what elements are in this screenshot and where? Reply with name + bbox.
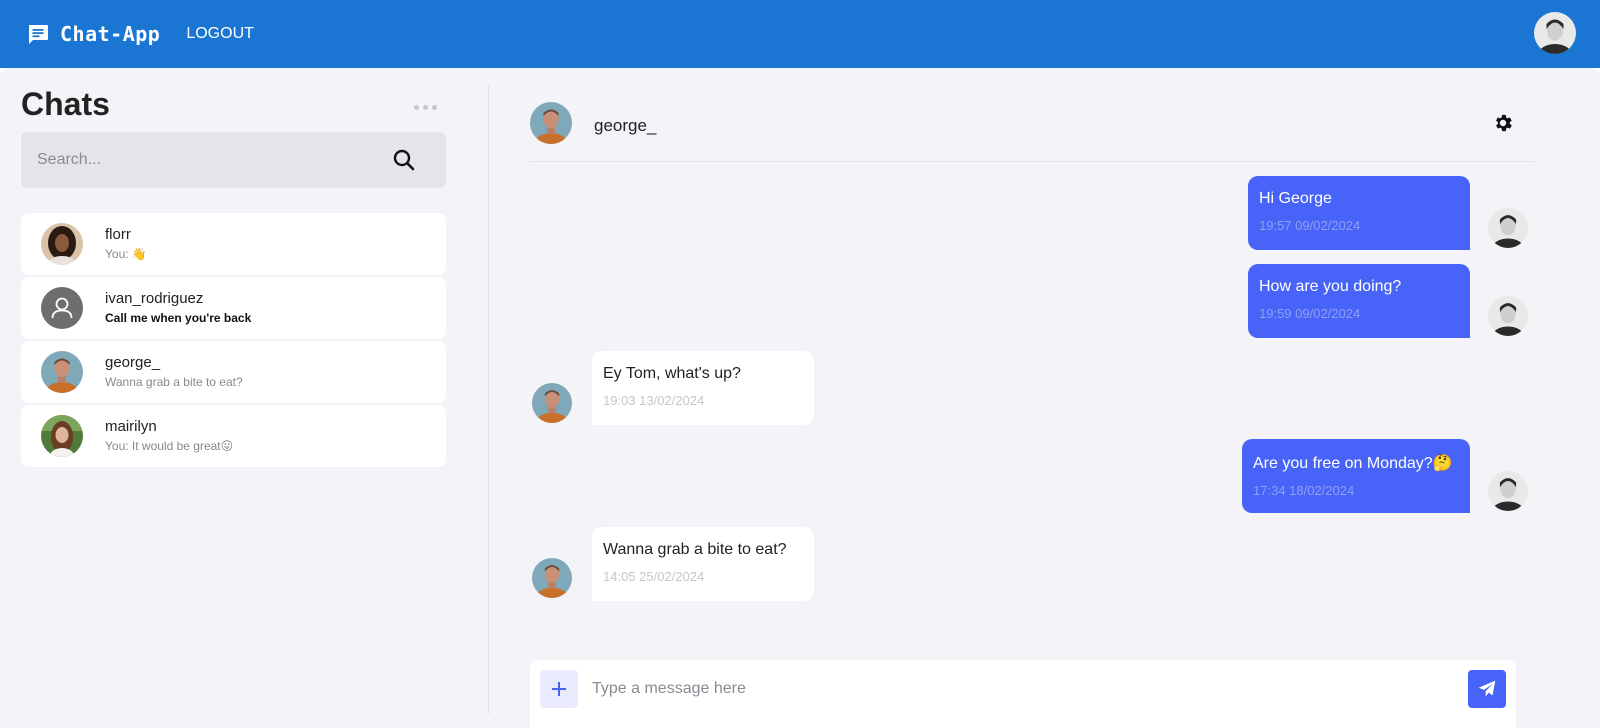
search-icon[interactable] — [392, 148, 416, 172]
search-bar — [21, 132, 446, 188]
sender-avatar — [1488, 208, 1528, 248]
sender-avatar — [1488, 471, 1528, 511]
message-time: 19:03 13/02/2024 — [603, 393, 705, 408]
message-text: Hi George — [1259, 190, 1332, 207]
conversation-header: george_ — [530, 88, 1534, 162]
top-navbar: Chat-App LOGOUT — [0, 0, 1600, 68]
brand[interactable]: Chat-App — [26, 22, 160, 46]
send-button[interactable] — [1468, 670, 1506, 708]
app-name: Chat-App — [60, 22, 161, 46]
chat-name: george_ — [105, 354, 161, 371]
avatar — [41, 223, 83, 265]
sender-avatar — [1488, 296, 1528, 336]
message-bubble-incoming: Wanna grab a bite to eat? 14:05 25/02/20… — [592, 527, 814, 601]
avatar — [41, 415, 83, 457]
message-composer — [530, 660, 1516, 728]
add-attachment-button[interactable] — [540, 670, 578, 708]
chat-item-ivan-rodriguez[interactable]: ivan_rodriguez Call me when you're back — [21, 277, 446, 339]
chat-list: florr You: 👋 ivan_rodriguez Call me when… — [21, 213, 446, 469]
contact-name: george_ — [594, 116, 657, 135]
conversation-panel: george_ Hi George 19:57 09/02/2024 How a… — [490, 68, 1600, 728]
chat-name: florr — [105, 226, 131, 243]
message-bubble-outgoing: Hi George 19:57 09/02/2024 — [1248, 176, 1470, 250]
message-bubble-outgoing: How are you doing? 19:59 09/02/2024 — [1248, 264, 1470, 338]
message-text: Wanna grab a bite to eat? — [603, 541, 787, 558]
message-text: Ey Tom, what's up? — [603, 365, 741, 382]
search-input[interactable] — [37, 151, 377, 169]
chat-item-george[interactable]: george_ Wanna grab a bite to eat? — [21, 341, 446, 403]
chat-preview: Wanna grab a bite to eat? — [105, 375, 243, 389]
sidebar-divider — [488, 84, 489, 714]
message-bubble-incoming: Ey Tom, what's up? 19:03 13/02/2024 — [592, 351, 814, 425]
contact-message-avatar — [532, 383, 572, 423]
chat-preview: Call me when you're back — [105, 311, 252, 325]
message-time: 19:57 09/02/2024 — [1259, 218, 1361, 233]
message-input[interactable] — [592, 676, 1452, 702]
plus-icon — [552, 682, 566, 696]
logout-button[interactable]: LOGOUT — [186, 25, 254, 43]
chat-item-mairilyn[interactable]: mairilyn You: It would be great😛 — [21, 405, 446, 467]
chat-preview: You: 👋 — [105, 247, 147, 261]
gear-icon[interactable] — [1492, 112, 1514, 134]
chat-name: mairilyn — [105, 418, 157, 435]
message-time: 17:34 18/02/2024 — [1253, 483, 1355, 498]
contact-message-avatar — [532, 558, 572, 598]
chat-item-florr[interactable]: florr You: 👋 — [21, 213, 446, 275]
contact-avatar[interactable] — [530, 102, 572, 144]
avatar — [41, 287, 83, 329]
message-time: 14:05 25/02/2024 — [603, 569, 705, 584]
page-title: Chats — [21, 86, 110, 122]
main-panel: Chats florr You: 👋 ivan_rodriguez Call m… — [0, 68, 1600, 728]
message-bubble-outgoing: Are you free on Monday?🤔 17:34 18/02/202… — [1242, 439, 1470, 513]
chat-bubble-icon — [26, 22, 50, 46]
more-options-icon[interactable] — [414, 102, 440, 112]
avatar — [41, 351, 83, 393]
chat-name: ivan_rodriguez — [105, 290, 204, 307]
paper-plane-icon — [1478, 680, 1496, 697]
message-text: Are you free on Monday?🤔 — [1253, 455, 1453, 472]
message-text: How are you doing? — [1259, 278, 1402, 295]
chats-sidebar: Chats florr You: 👋 ivan_rodriguez Call m… — [0, 68, 488, 728]
user-avatar[interactable] — [1534, 12, 1576, 54]
chat-preview: You: It would be great😛 — [105, 439, 234, 453]
message-time: 19:59 09/02/2024 — [1259, 306, 1361, 321]
